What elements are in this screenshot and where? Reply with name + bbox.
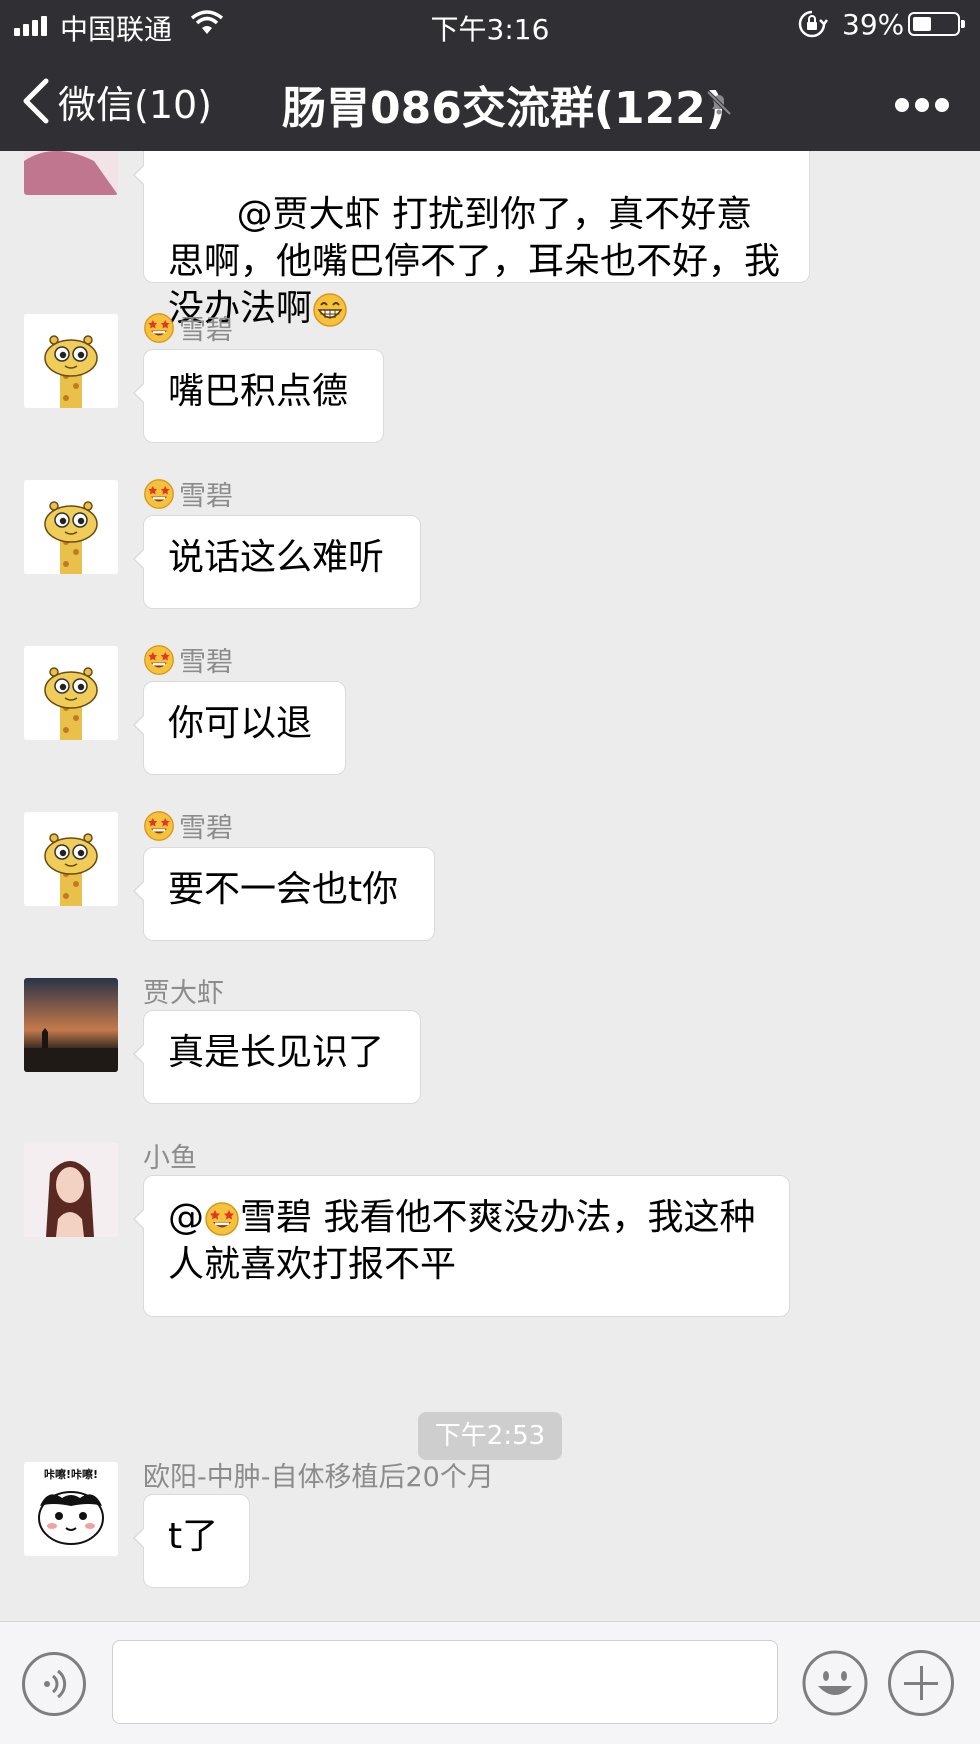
giraffe-avatar[interactable] [24, 812, 118, 906]
message-bubble[interactable]: 嘴巴积点德 [133, 349, 384, 443]
back-button[interactable]: 微信(10) [20, 76, 213, 127]
message-input[interactable] [112, 1640, 778, 1724]
grin-emoji-icon [312, 292, 348, 328]
sender-name: 小鱼 [143, 1143, 197, 1174]
back-chevron-icon [23, 78, 49, 124]
giraffe-avatar[interactable] [24, 480, 118, 574]
status-time: 下午3:16 [430, 13, 550, 46]
star-eyes-emoji-icon [143, 810, 175, 842]
message-bubble[interactable]: 要不一会也t你 [133, 847, 435, 941]
top-bar: 中国联通 下午3:16 39% 微信(10) 肠胃086交流群(122) [0, 0, 980, 151]
star-eyes-emoji-icon [143, 644, 175, 676]
message-text: 要不一会也t你 [168, 869, 399, 910]
cat-avatar-text: 咔嚓!咔嚓! [44, 1467, 98, 1481]
input-bar [0, 1621, 980, 1744]
sender-name: 贾大虾 [143, 978, 224, 1009]
message-bubble[interactable]: 说话这么难听 [133, 515, 421, 609]
star-eyes-emoji-icon [143, 312, 175, 344]
chat-area[interactable]: @贾大虾 打扰到你了，真不好意思啊，他嘴巴停不了，耳朵也不好，我没办法啊 雪碧 … [0, 151, 980, 1621]
sender-name: 雪碧 [143, 308, 233, 347]
battery-icon [908, 12, 965, 36]
avatar[interactable] [24, 151, 118, 195]
message-bubble[interactable]: t了 [133, 1494, 250, 1588]
message-text: 真是长见识了 [168, 1032, 385, 1073]
message-text: @ 雪碧 我看他不爽没办法，我这种人就喜欢打报不平 [168, 1197, 756, 1285]
sender-name: 雪碧 [143, 640, 233, 679]
battery-percent: 39% [842, 8, 905, 41]
sender-name: 雪碧 [143, 806, 233, 845]
giraffe-avatar[interactable] [24, 314, 118, 408]
sender-name: 欧阳-中肿-自体移植后20个月 [143, 1462, 494, 1493]
message-text: t了 [168, 1516, 219, 1557]
cat-avatar[interactable]: 咔嚓!咔嚓! [24, 1462, 118, 1556]
message-text: 说话这么难听 [168, 537, 385, 578]
mute-icon [706, 90, 732, 116]
sender-name: 雪碧 [143, 474, 233, 513]
message-bubble[interactable]: 你可以退 [133, 681, 346, 775]
message-text: 你可以退 [168, 703, 313, 744]
rotation-lock-icon [798, 10, 828, 38]
emoji-icon[interactable] [802, 1650, 868, 1716]
message-text: 嘴巴积点德 [168, 371, 349, 412]
star-eyes-emoji-icon [143, 478, 175, 510]
sunset-avatar[interactable] [24, 978, 118, 1072]
message-bubble[interactable]: @贾大虾 打扰到你了，真不好意思啊，他嘴巴停不了，耳朵也不好，我没办法啊 [133, 151, 810, 329]
back-label: 微信(10) [58, 82, 213, 127]
voice-icon[interactable] [22, 1652, 86, 1716]
message-bubble[interactable]: 真是长见识了 [133, 1010, 421, 1104]
message-bubble[interactable]: @ 雪碧 我看他不爽没办法，我这种人就喜欢打报不平 [133, 1175, 790, 1317]
star-eyes-emoji-icon [204, 1201, 240, 1237]
message-text: @贾大虾 打扰到你了，真不好意思啊，他嘴巴停不了，耳朵也不好，我没办法啊 [168, 194, 781, 329]
plus-icon[interactable] [888, 1650, 954, 1716]
girl-avatar[interactable] [24, 1143, 118, 1237]
status-bar: 中国联通 下午3:16 39% [0, 0, 980, 50]
nav-bar: 微信(10) 肠胃086交流群(122) [0, 50, 980, 151]
more-icon[interactable] [895, 98, 949, 112]
giraffe-avatar[interactable] [24, 646, 118, 740]
timestamp: 下午2:53 [418, 1412, 562, 1460]
chat-title: 肠胃086交流群(122) [282, 83, 726, 134]
